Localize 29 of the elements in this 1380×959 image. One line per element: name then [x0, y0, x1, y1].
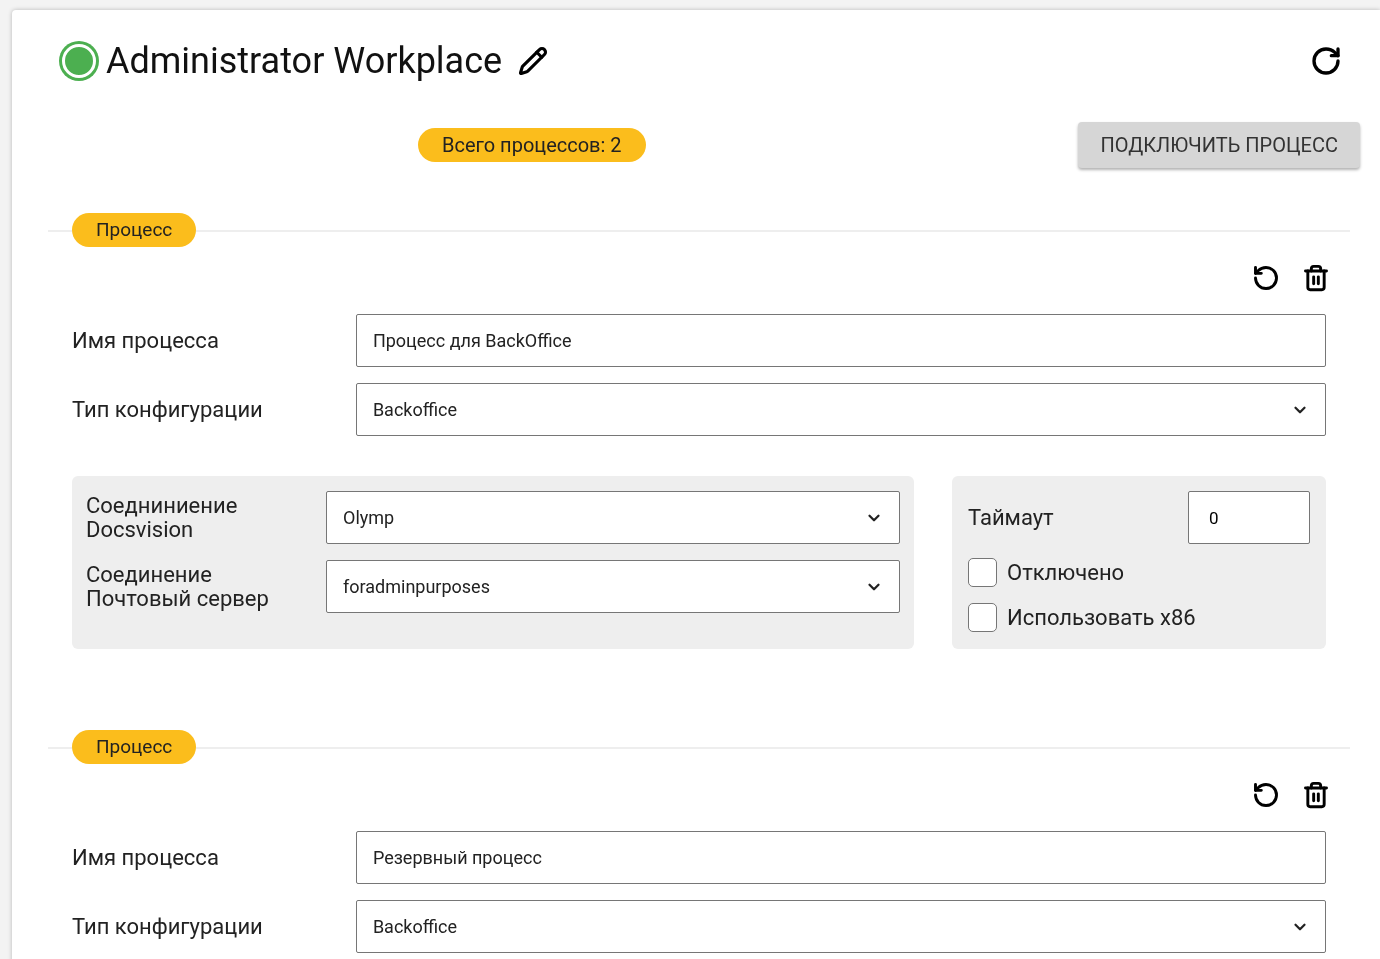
checkbox-label: Отключено — [1007, 559, 1125, 587]
section-badge: Процесс — [72, 730, 197, 764]
process-count-badge: Всего процессов: 2 — [418, 128, 646, 162]
field-label: Тип конфигурации — [72, 913, 264, 941]
connect-process-button[interactable]: ПОДКЛЮЧИТЬ ПРОЦЕСС — [1078, 122, 1360, 168]
edit-button[interactable] — [518, 46, 549, 76]
select-field[interactable]: foradminpurposes — [326, 560, 900, 613]
input-field[interactable]: 0 — [1188, 491, 1310, 544]
field-label: Тип конфигурации — [72, 396, 264, 424]
checkbox[interactable] — [968, 558, 997, 587]
input-field[interactable]: Резервный процесс — [355, 831, 1326, 884]
checkbox-label: Использовать x86 — [1007, 604, 1196, 632]
input-field[interactable]: Процесс для BackOffice — [355, 314, 1326, 367]
field-label: Имя процесса — [72, 844, 220, 872]
reset-button[interactable] — [1252, 781, 1280, 809]
select-field[interactable]: Olymp — [326, 491, 900, 544]
field-label: Имя процесса — [72, 327, 220, 355]
field-label: Таймаут — [968, 504, 1054, 532]
checkbox[interactable] — [968, 603, 997, 632]
delete-button[interactable] — [1302, 781, 1330, 809]
reset-button[interactable] — [1252, 264, 1280, 292]
field-label: Соедниниение Docsvision — [86, 493, 239, 542]
delete-button[interactable] — [1302, 264, 1330, 292]
select-field[interactable]: Backoffice — [355, 383, 1326, 436]
refresh-button[interactable] — [1310, 45, 1342, 77]
section-badge: Процесс — [72, 213, 197, 247]
select-field[interactable]: Backoffice — [355, 900, 1326, 953]
field-label: Соединение Почтовый сервер — [86, 562, 270, 611]
window-title: Administrator Workplace — [106, 39, 503, 84]
